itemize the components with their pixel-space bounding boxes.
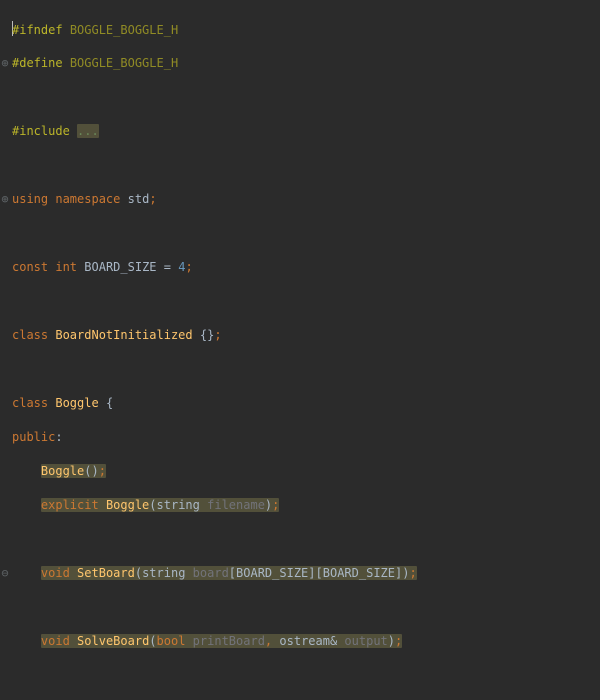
fold-marker-icon[interactable]: ⊕: [0, 191, 10, 208]
code-line[interactable]: [12, 225, 600, 242]
gutter: ⊕ ⊕ ⊖: [0, 4, 10, 582]
class-name: Boggle: [55, 396, 98, 410]
param-name: printBoard: [193, 634, 265, 648]
code-line[interactable]: void SolveBoard(bool printBoard, ostream…: [12, 633, 600, 650]
preproc: #define: [12, 56, 63, 70]
kw-class: class: [12, 396, 48, 410]
code-line[interactable]: [12, 599, 600, 616]
code-area[interactable]: #ifndef BOGGLE_BOGGLE_H #define BOGGLE_B…: [12, 4, 600, 700]
kw-void: void: [41, 634, 70, 648]
code-line[interactable]: #define BOGGLE_BOGGLE_H: [12, 55, 600, 72]
ellipsis: ...: [77, 124, 99, 138]
code-line[interactable]: [12, 361, 600, 378]
fold-marker-icon[interactable]: ⊕: [0, 55, 10, 72]
code-line[interactable]: [12, 531, 600, 548]
kw-void: void: [41, 566, 70, 580]
ctor: Boggle: [106, 498, 149, 512]
ctor: Boggle: [41, 464, 84, 478]
kw-class: class: [12, 328, 48, 342]
kw-int: int: [55, 260, 77, 274]
code-line[interactable]: void SetBoard(string board[BOARD_SIZE][B…: [12, 565, 600, 582]
code-line[interactable]: public:: [12, 429, 600, 446]
code-line[interactable]: Boggle();: [12, 463, 600, 480]
kw-const: const: [12, 260, 48, 274]
code-line[interactable]: [12, 293, 600, 310]
fold-marker-icon[interactable]: ⊖: [0, 565, 10, 582]
param-name: filename: [207, 498, 265, 512]
kw-explicit: explicit: [41, 498, 99, 512]
fn-name: SolveBoard: [77, 634, 149, 648]
code-line[interactable]: [12, 667, 600, 684]
code-line[interactable]: [12, 89, 600, 106]
code-line[interactable]: [12, 157, 600, 174]
folded-region[interactable]: ...: [77, 124, 99, 138]
kw-public: public: [12, 430, 55, 444]
fn-name: SetBoard: [77, 566, 135, 580]
macro-name: BOGGLE_BOGGLE_H: [70, 23, 178, 37]
param-type: bool: [157, 634, 186, 648]
code-line[interactable]: const int BOARD_SIZE = 4;: [12, 259, 600, 276]
param-type: ostream&: [279, 634, 337, 648]
preproc: #ifndef: [12, 23, 63, 37]
code-line[interactable]: explicit Boggle(string filename);: [12, 497, 600, 514]
ns-name: std: [128, 192, 150, 206]
code-line[interactable]: class BoardNotInitialized {};: [12, 327, 600, 344]
kw-namespace: namespace: [55, 192, 120, 206]
macro-name: BOGGLE_BOGGLE_H: [70, 56, 178, 70]
code-line[interactable]: #include ...: [12, 123, 600, 140]
class-name: BoardNotInitialized: [55, 328, 192, 342]
preproc: #include: [12, 124, 70, 138]
code-line[interactable]: #ifndef BOGGLE_BOGGLE_H: [12, 21, 600, 38]
param-name: board: [193, 566, 229, 580]
const-name: BOARD_SIZE: [84, 260, 156, 274]
param-name: output: [344, 634, 387, 648]
param-type: string: [142, 566, 185, 580]
param-type: string: [157, 498, 200, 512]
code-line[interactable]: using namespace std;: [12, 191, 600, 208]
code-line[interactable]: class Boggle {: [12, 395, 600, 412]
code-editor[interactable]: ⊕ ⊕ ⊖ #ifndef BOGGLE_BOGGLE_H #define BO…: [0, 0, 600, 700]
kw-using: using: [12, 192, 48, 206]
